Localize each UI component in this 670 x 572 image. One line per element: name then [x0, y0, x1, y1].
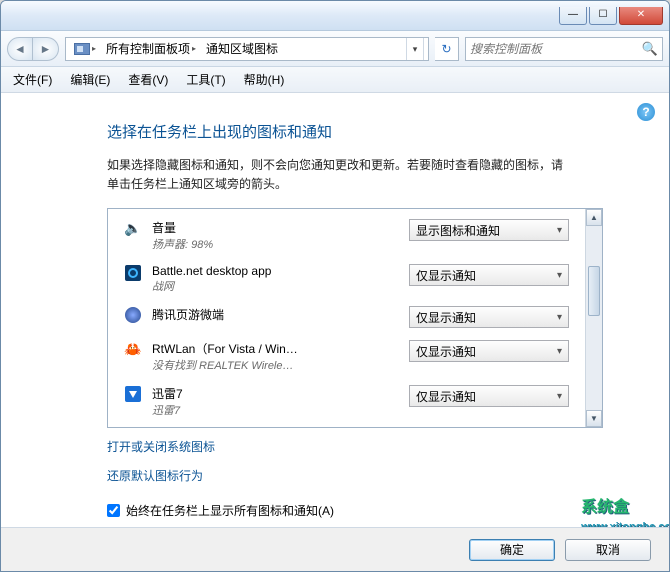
menubar: 文件(F) 编辑(E) 查看(V) 工具(T) 帮助(H) — [1, 67, 669, 93]
page-title: 选择在任务栏上出现的图标和通知 — [107, 121, 567, 142]
minimize-button[interactable]: — — [559, 7, 587, 25]
behavior-select[interactable]: 仅显示通知 — [409, 385, 569, 407]
volume-icon — [124, 219, 142, 237]
control-panel-icon — [74, 43, 90, 55]
page-description: 如果选择隐藏图标和通知，则不会向您通知更改和更新。若要随时查看隐藏的图标，请单击… — [107, 156, 567, 194]
window-controls: — ☐ ✕ — [559, 7, 663, 25]
breadcrumb-dropdown[interactable]: ▾ — [406, 38, 424, 60]
always-show-checkbox[interactable] — [107, 504, 120, 517]
scroll-up-button[interactable]: ▲ — [586, 209, 602, 226]
titlebar: — ☐ ✕ — [1, 1, 669, 31]
chevron-right-icon: ▸ — [92, 44, 96, 53]
menu-edit[interactable]: 编辑(E) — [62, 68, 118, 91]
cancel-button[interactable]: 取消 — [565, 539, 651, 561]
search-input[interactable] — [470, 42, 642, 56]
content-area: ? 选择在任务栏上出现的图标和通知 如果选择隐藏图标和通知，则不会向您通知更改和… — [1, 93, 669, 527]
breadcrumb-label: 所有控制面板项 — [106, 40, 190, 57]
scroll-thumb[interactable] — [588, 266, 600, 316]
xunlei-icon — [124, 385, 142, 403]
always-show-checkbox-row: 始终在任务栏上显示所有图标和通知(A) — [107, 502, 633, 519]
always-show-label[interactable]: 始终在任务栏上显示所有图标和通知(A) — [126, 502, 334, 519]
list-item: 腾讯页游微端 仅显示通知 — [108, 300, 585, 334]
dialog-footer: 确定 取消 — [1, 527, 669, 571]
back-button[interactable]: ◄ — [7, 37, 33, 61]
breadcrumb-root[interactable]: ▸ — [70, 41, 100, 57]
chevron-right-icon: ▸ — [192, 44, 196, 53]
breadcrumb-bar[interactable]: ▸ 所有控制面板项 ▸ 通知区域图标 ▾ — [65, 37, 429, 61]
navigation-toolbar: ◄ ► ▸ 所有控制面板项 ▸ 通知区域图标 ▾ ↻ 🔍 — [1, 31, 669, 67]
menu-tools[interactable]: 工具(T) — [178, 68, 233, 91]
item-sub: 扬声器: 98% — [152, 236, 399, 252]
close-button[interactable]: ✕ — [619, 7, 663, 25]
maximize-button[interactable]: ☐ — [589, 7, 617, 25]
behavior-select[interactable]: 仅显示通知 — [409, 340, 569, 362]
control-panel-window: — ☐ ✕ ◄ ► ▸ 所有控制面板项 ▸ 通知区域图标 ▾ ↻ — [0, 0, 670, 572]
behavior-select[interactable]: 显示图标和通知 — [409, 219, 569, 241]
ok-button[interactable]: 确定 — [469, 539, 555, 561]
behavior-select[interactable]: 仅显示通知 — [409, 264, 569, 286]
search-box[interactable]: 🔍 — [465, 37, 663, 61]
nav-buttons: ◄ ► — [7, 37, 59, 61]
system-icons-link[interactable]: 打开或关闭系统图标 — [107, 438, 215, 455]
scroll-track[interactable] — [586, 226, 602, 410]
breadcrumb-label: 通知区域图标 — [206, 40, 278, 57]
list-item: RtWLan（For Vista / Win… 没有找到 REALTEK Wir… — [108, 334, 585, 379]
battlenet-icon — [124, 264, 142, 282]
tencent-icon — [124, 306, 142, 324]
scrollbar: ▲ ▼ — [585, 209, 602, 427]
item-name: 迅雷7 — [152, 385, 399, 402]
item-sub: 没有找到 REALTEK Wirele… — [152, 357, 399, 373]
item-sub: 战网 — [152, 278, 399, 294]
forward-button[interactable]: ► — [33, 37, 59, 61]
behavior-select[interactable]: 仅显示通知 — [409, 306, 569, 328]
breadcrumb-level-1[interactable]: 所有控制面板项 ▸ — [102, 38, 200, 59]
item-name: Battle.net desktop app — [152, 264, 399, 278]
list-item: 迅雷7 迅雷7 仅显示通知 — [108, 379, 585, 424]
item-name: 音量 — [152, 219, 399, 236]
item-sub: 迅雷7 — [152, 402, 399, 418]
list-item: Battle.net desktop app 战网 仅显示通知 — [108, 258, 585, 300]
menu-help[interactable]: 帮助(H) — [236, 68, 293, 91]
menu-file[interactable]: 文件(F) — [5, 68, 60, 91]
restore-defaults-link[interactable]: 还原默认图标行为 — [107, 467, 203, 484]
item-name: RtWLan（For Vista / Win… — [152, 340, 399, 357]
breadcrumb-level-2[interactable]: 通知区域图标 — [202, 38, 282, 59]
menu-view[interactable]: 查看(V) — [120, 68, 176, 91]
list-inner: 音量 扬声器: 98% 显示图标和通知 Battle.net desktop a… — [108, 209, 585, 427]
notification-items-list: 音量 扬声器: 98% 显示图标和通知 Battle.net desktop a… — [107, 208, 603, 428]
help-icon[interactable]: ? — [637, 103, 655, 121]
item-name: 腾讯页游微端 — [152, 306, 399, 323]
scroll-down-button[interactable]: ▼ — [586, 410, 602, 427]
rtwlan-icon — [124, 340, 142, 358]
list-item: 音量 扬声器: 98% 显示图标和通知 — [108, 213, 585, 258]
refresh-button[interactable]: ↻ — [435, 37, 459, 61]
search-icon[interactable]: 🔍 — [642, 41, 658, 57]
